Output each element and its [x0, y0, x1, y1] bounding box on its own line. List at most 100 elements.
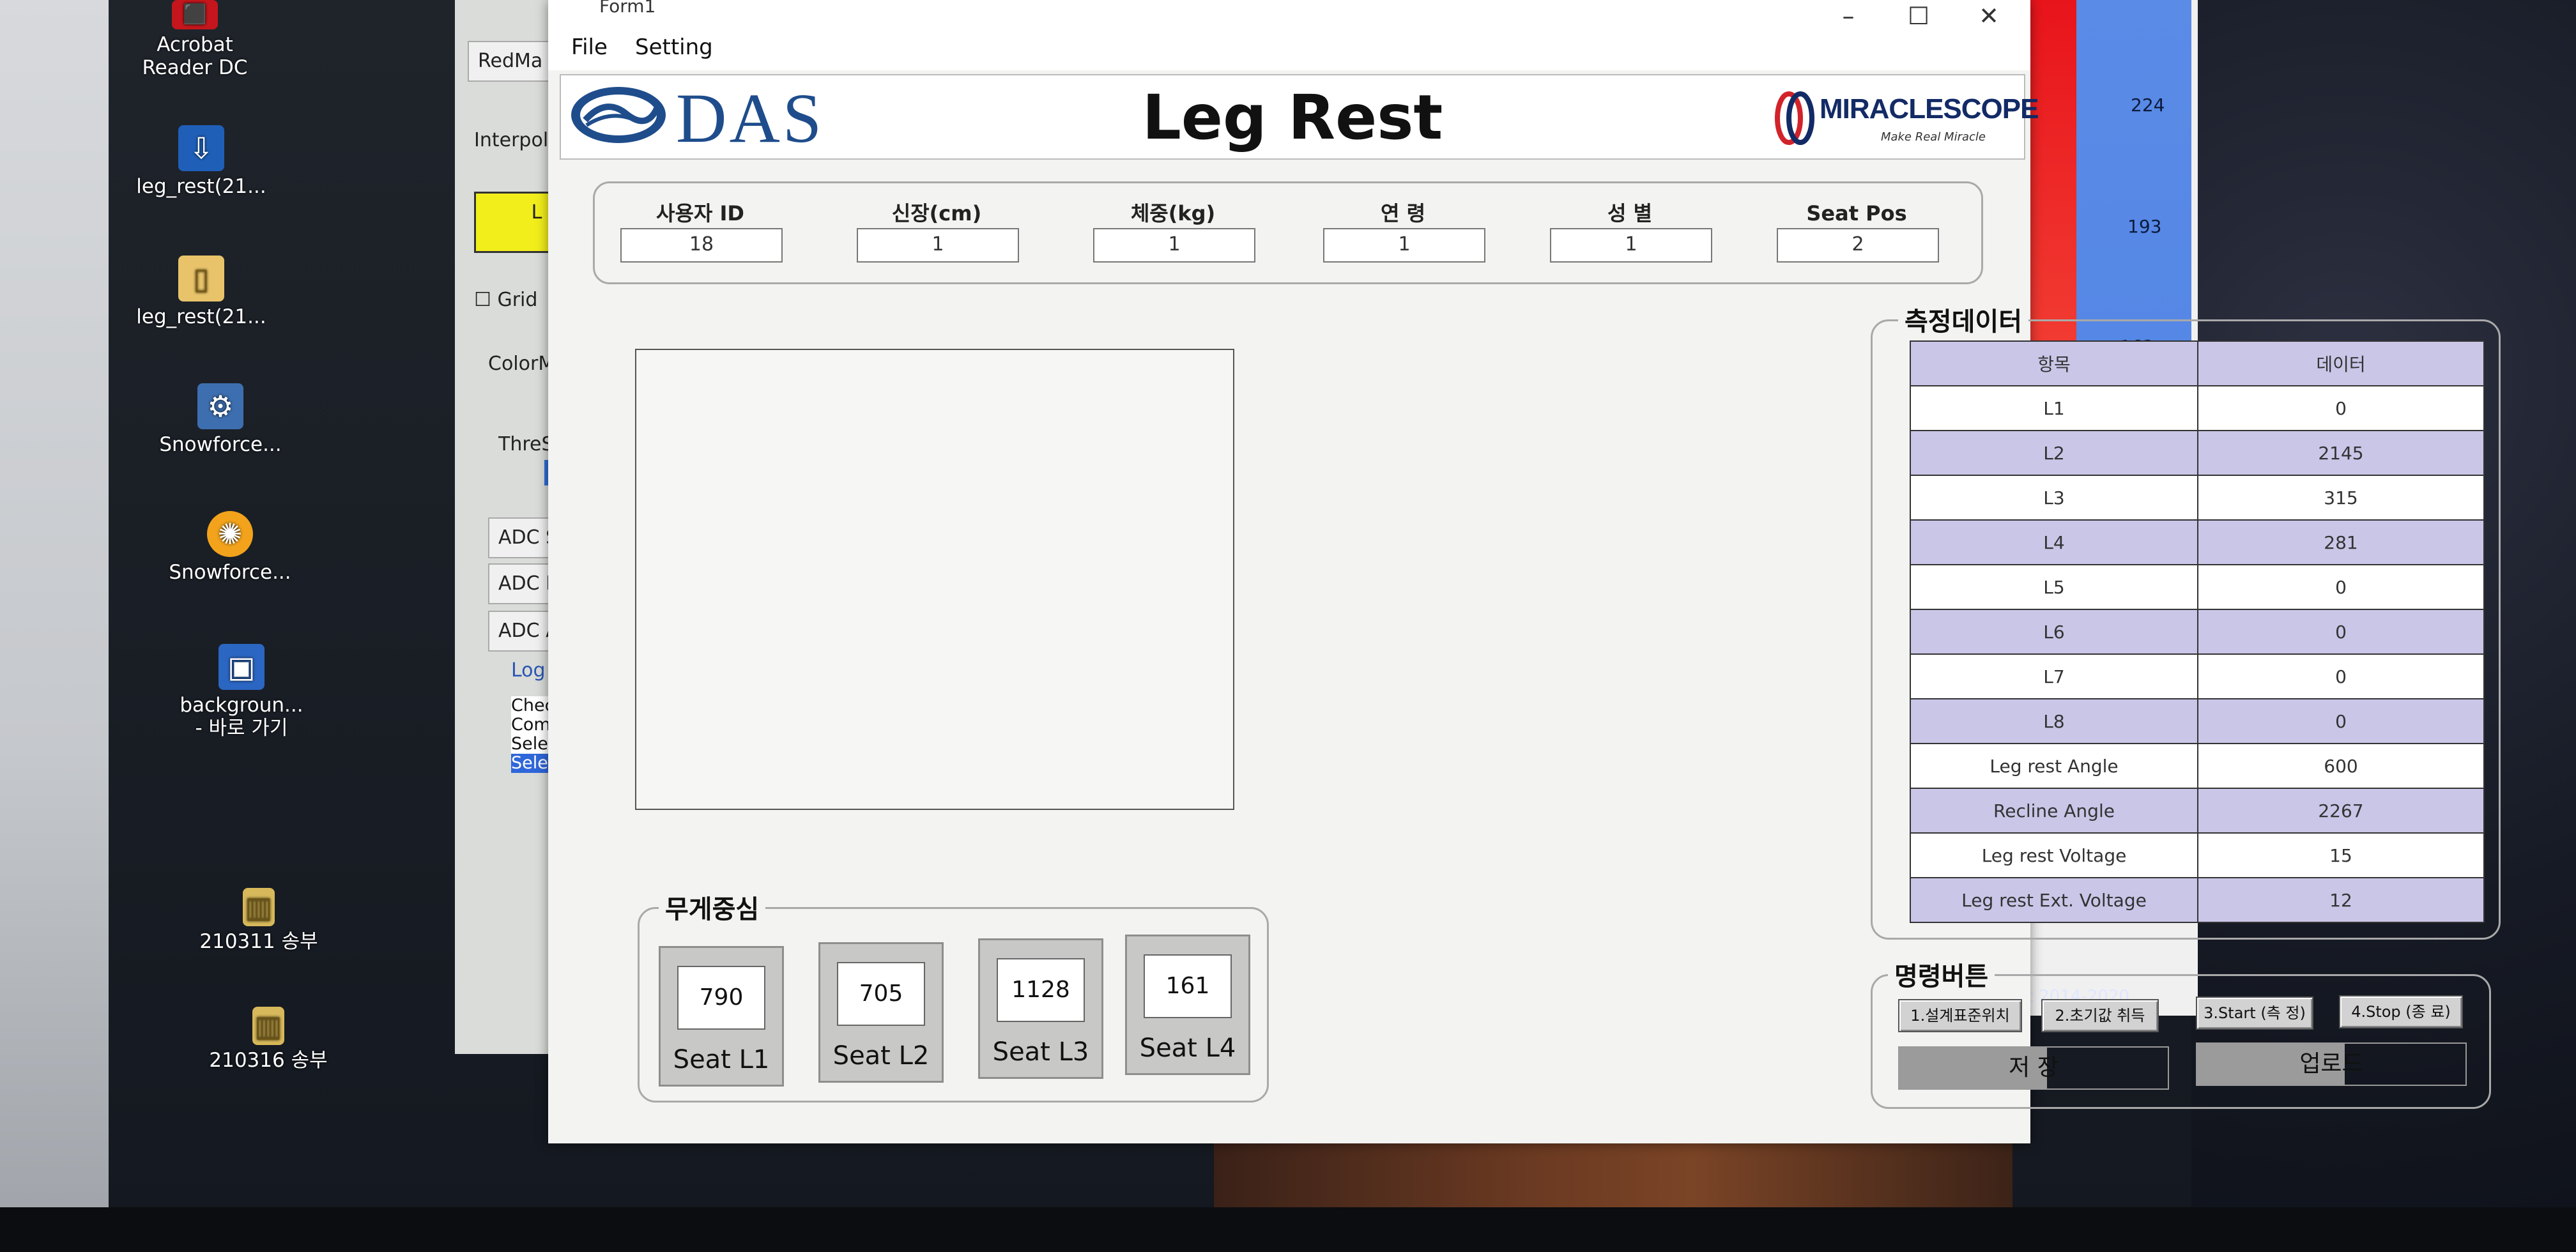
row-item: L5	[1910, 564, 2198, 610]
header-banner: DAS Leg Rest MIRACLESCOPE Make Real Mira…	[560, 74, 2039, 160]
table-row[interactable]: L4 281	[1910, 519, 2485, 565]
seat-l3-value: 1128	[997, 958, 1085, 1022]
gender-label: 성 별	[1607, 201, 1653, 225]
table-row[interactable]: L1 0	[1910, 385, 2485, 431]
form1-window: Form1 – ☐ ✕ File Setting DAS Leg Rest MI…	[548, 0, 2501, 1143]
table-row[interactable]: L2 2145	[1910, 430, 2485, 476]
row-value: 0	[2197, 564, 2485, 610]
row-value: 600	[2197, 743, 2485, 789]
seat-l1-value: 790	[677, 966, 765, 1030]
user-id-label: 사용자 ID	[656, 201, 744, 225]
table-row[interactable]: Recline Angle 2267	[1910, 788, 2485, 834]
age-field: 연 령 1	[1323, 200, 1485, 263]
pressure-map-canvas[interactable]	[635, 349, 1234, 810]
row-value: 0	[2197, 609, 2485, 655]
measurement-data-group: 측정데이터 항목 데이터 L1 0 L2 2145 L3 315 L4 281 L5 0 …	[1871, 301, 2501, 940]
command-buttons-group: 명령버튼 1.설계표준위치 2.초기값 취득 3.Start (측 정) 4.S…	[1871, 956, 2491, 1109]
row-item: L7	[1910, 653, 2198, 699]
table-row[interactable]: L3 315	[1910, 475, 2485, 521]
menu-setting[interactable]: Setting	[635, 34, 713, 60]
desktop-icon-210316[interactable]: ▥ 210316 송부	[185, 1007, 351, 1072]
row-item: Leg rest Ext. Voltage	[1910, 877, 2198, 923]
height-label: 신장(cm)	[891, 201, 982, 225]
table-row[interactable]: L7 0	[1910, 653, 2485, 699]
row-item: Leg rest Angle	[1910, 743, 2198, 789]
user-id-input[interactable]: 18	[620, 228, 783, 263]
miraclescope-text: MIRACLESCOPE	[1820, 93, 2039, 125]
weight-center-title: 무게중심	[659, 889, 766, 926]
seat-pos-input[interactable]: 2	[1777, 228, 1939, 263]
upload-button[interactable]: 업로드	[2196, 1042, 2467, 1086]
archive-icon: ▥	[243, 888, 275, 926]
stop-button[interactable]: 4.Stop (종 료)	[2339, 995, 2463, 1028]
minimize-button[interactable]: –	[1813, 0, 1883, 32]
measurement-table: 항목 데이터 L1 0 L2 2145 L3 315 L4 281 L5 0 L6 0 L7…	[1910, 340, 2485, 923]
design-standard-position-button[interactable]: 1.설계표준위치	[1898, 999, 2022, 1032]
weight-input[interactable]: 1	[1093, 228, 1255, 263]
table-row[interactable]: L8 0	[1910, 698, 2485, 744]
seat-l2-panel: 705 Seat L2	[818, 942, 944, 1083]
desktop-icon-210311[interactable]: ▥ 210311 송부	[176, 888, 342, 953]
table-row[interactable]: Leg rest Voltage 15	[1910, 832, 2485, 878]
weight-label: 체중(kg)	[1130, 201, 1216, 225]
seat-l4-value: 161	[1144, 954, 1232, 1018]
row-value: 0	[2197, 698, 2485, 744]
user-info-group: 사용자 ID 18 신장(cm) 1 체중(kg) 1 연 령 1 성 별 1 …	[593, 181, 1983, 284]
checkbox-icon: ☐	[474, 289, 491, 311]
seat-l2-label: Seat L2	[832, 1041, 930, 1071]
command-buttons-title: 명령버튼	[1888, 956, 1995, 993]
row-item: L8	[1910, 698, 2198, 744]
window-title: Form1	[599, 0, 656, 17]
desktop-icon-background-shortcut[interactable]: ▣ backgroun... - 바로 가기	[158, 644, 325, 740]
colormap-tick: 224	[2131, 95, 2165, 116]
user-id-field: 사용자 ID 18	[620, 200, 783, 263]
row-item: L1	[1910, 385, 2198, 431]
column-header-item: 항목	[1910, 340, 2198, 386]
height-input[interactable]: 1	[857, 228, 1019, 263]
seat-l2-value: 705	[837, 962, 925, 1026]
seat-l4-label: Seat L4	[1139, 1034, 1236, 1063]
row-value: 281	[2197, 519, 2485, 565]
archive-icon: ▥	[252, 1007, 284, 1045]
seat-pos-label: Seat Pos	[1806, 201, 1907, 225]
table-row[interactable]: L5 0	[1910, 564, 2485, 610]
table-row[interactable]: Leg rest Angle 600	[1910, 743, 2485, 789]
row-item: Recline Angle	[1910, 788, 2198, 834]
row-item: L6	[1910, 609, 2198, 655]
table-row[interactable]: L6 0	[1910, 609, 2485, 655]
age-input[interactable]: 1	[1323, 228, 1485, 263]
maximize-button[interactable]: ☐	[1883, 0, 1954, 32]
desktop-icon-snowforce-1[interactable]: ⚙ Snowforce...	[137, 383, 303, 456]
zip-icon: ⇩	[178, 125, 224, 171]
desktop-icon-leg-rest-zip[interactable]: ⇩ leg_rest(21...	[118, 125, 284, 198]
miraclescope-icon	[1775, 91, 1814, 145]
start-measure-button[interactable]: 3.Start (측 정)	[2196, 996, 2313, 1030]
seat-l3-label: Seat L3	[992, 1037, 1089, 1067]
seat-l4-panel: 161 Seat L4	[1125, 935, 1250, 1075]
title-bar[interactable]: Form1 – ☐ ✕	[548, 0, 2030, 30]
upload-button-label: 업로드	[2299, 1051, 2363, 1077]
desktop-icon-leg-rest-folder[interactable]: ▯ leg_rest(21...	[118, 256, 284, 328]
monitor-bezel	[0, 1207, 2576, 1252]
gender-field: 성 별 1	[1550, 200, 1712, 263]
seat-pos-field: Seat Pos 2	[1777, 200, 1939, 263]
colormap-tick: 193	[2128, 216, 2162, 237]
seat-l3-panel: 1128 Seat L3	[978, 938, 1103, 1079]
close-button[interactable]: ✕	[1954, 0, 2024, 32]
folder-icon: ▯	[178, 256, 224, 302]
save-button[interactable]: 저 장	[1898, 1046, 2169, 1090]
table-header-row: 항목 데이터	[1910, 340, 2485, 386]
save-button-label: 저 장	[2009, 1055, 2058, 1081]
desktop-icon-snowforce-2[interactable]: ✺ Snowforce...	[147, 511, 313, 584]
height-field: 신장(cm) 1	[857, 200, 1019, 263]
gender-input[interactable]: 1	[1550, 228, 1712, 263]
miraclescope-slogan: Make Real Miracle	[1880, 130, 1986, 144]
desktop-icon-acrobat[interactable]: ⬛ Acrobat Reader DC	[112, 0, 278, 79]
column-header-data: 데이터	[2197, 340, 2485, 386]
table-row[interactable]: Leg rest Ext. Voltage 12	[1910, 877, 2485, 923]
row-value: 12	[2197, 877, 2485, 923]
get-initial-values-button[interactable]: 2.초기값 취득	[2041, 999, 2159, 1032]
menu-file[interactable]: File	[571, 34, 608, 60]
row-item: L3	[1910, 475, 2198, 521]
row-value: 0	[2197, 653, 2485, 699]
